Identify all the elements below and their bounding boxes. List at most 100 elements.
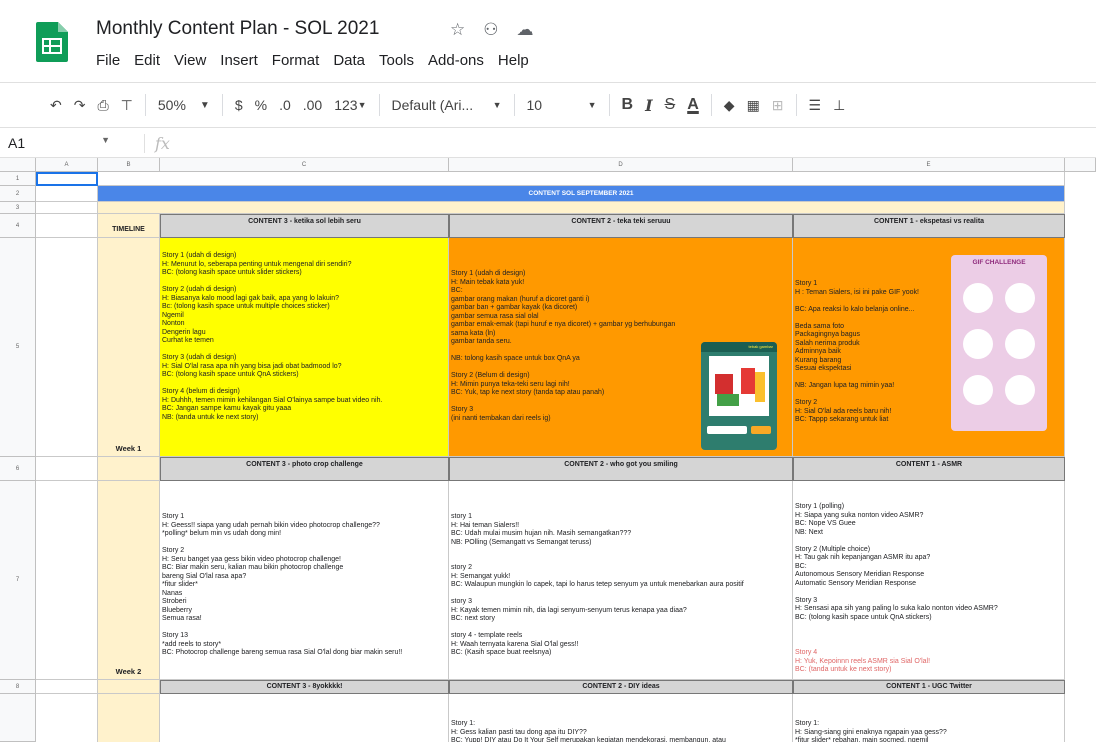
week3-content3-header[interactable]: CONTENT 3 - 8yokkkk! [160, 680, 449, 694]
more-formats-label: 123 [334, 97, 358, 113]
week-2-cell[interactable]: Week 2 [98, 481, 160, 680]
column-header-b[interactable]: B [98, 158, 160, 172]
cell-a5[interactable] [36, 238, 98, 457]
cell-a9[interactable] [36, 694, 98, 742]
column-header-c[interactable]: C [160, 158, 449, 172]
borders-icon[interactable]: ▦ [741, 90, 766, 120]
text-color-button[interactable]: A [681, 90, 705, 120]
week1-content3-text: Story 1 (udah di design) H: Menurut lo, … [162, 252, 383, 421]
week3-content1-cell[interactable]: Story 1: H: Siang-siang gini enaknya nga… [793, 694, 1065, 742]
more-formats-button[interactable]: 123 ▼ [328, 90, 372, 120]
menu-addons[interactable]: Add-ons [422, 52, 490, 69]
row-header-6[interactable]: 6 [0, 457, 36, 481]
column-header-d[interactable]: D [449, 158, 793, 172]
column-header-a[interactable]: A [36, 158, 98, 172]
currency-button[interactable]: $ [229, 90, 249, 120]
font-select[interactable]: Default (Ari... ▼ [386, 90, 508, 120]
row-header-4[interactable]: 4 [0, 214, 36, 238]
week1-content1-cell[interactable]: Story 1 H : Teman Sialers, isi ini pake … [793, 238, 1065, 457]
zoom-value: 50% [157, 97, 186, 113]
row-1-cells[interactable] [98, 172, 1065, 186]
week3-content2-cell[interactable]: Story 1: H: Gess kalian pasti tau dong a… [449, 694, 793, 742]
week3-content3-cell[interactable] [160, 694, 449, 742]
week2-content2-header[interactable]: CONTENT 2 - who got you smiling [449, 457, 793, 481]
week2-content2-cell[interactable]: story 1 H: Hai teman Sialers!! BC: Udah … [449, 481, 793, 680]
cell-b9[interactable] [98, 694, 160, 742]
row-3-cells[interactable] [98, 202, 1065, 214]
column-header-f[interactable] [1065, 158, 1096, 172]
week2-content1-red-text: Story 4 H: Yuk, Kepoinnn reels ASMR sia … [795, 649, 931, 673]
cell-a2[interactable] [36, 186, 98, 202]
formula-input[interactable] [170, 129, 1096, 157]
menu-edit[interactable]: Edit [128, 52, 166, 69]
week1-content3-cell[interactable]: Story 1 (udah di design) H: Menurut lo, … [160, 238, 449, 457]
column-header-e[interactable]: E [793, 158, 1065, 172]
week-1-cell[interactable]: Week 1 [98, 238, 160, 457]
increase-decimal-button[interactable]: .00 [297, 90, 328, 120]
row-header-3[interactable]: 3 [0, 202, 36, 214]
name-box[interactable]: A1 ▼ [0, 135, 120, 151]
star-icon[interactable]: ☆ [450, 20, 465, 40]
week3-content2-header[interactable]: CONTENT 2 - DIY ideas [449, 680, 793, 694]
banner-cell[interactable]: CONTENT SOL SEPTEMBER 2021 [98, 186, 1065, 202]
week1-content1-header[interactable]: CONTENT 1 - ekspetasi vs realita [793, 214, 1065, 238]
decrease-decimal-button[interactable]: .0 [273, 90, 297, 120]
menu-format[interactable]: Format [266, 52, 326, 69]
cell-a4[interactable] [36, 214, 98, 238]
row-header-2[interactable]: 2 [0, 186, 36, 202]
menu-insert[interactable]: Insert [214, 52, 264, 69]
week1-content3-header[interactable]: CONTENT 3 - ketika sol lebih seru [160, 214, 449, 238]
cell-a6[interactable] [36, 457, 98, 481]
week1-content2-cell[interactable]: Story 1 (udah di design) H: Main tebak k… [449, 238, 793, 457]
menu-data[interactable]: Data [327, 52, 371, 69]
row-header-1[interactable]: 1 [0, 172, 36, 186]
paint-format-icon[interactable]: ⊤ [115, 90, 139, 120]
week2-content1-header[interactable]: CONTENT 1 - ASMR [793, 457, 1065, 481]
vertical-align-icon[interactable]: ⊥ [827, 90, 851, 120]
strikethrough-button[interactable]: S [659, 90, 682, 120]
menu-tools[interactable]: Tools [373, 52, 420, 69]
menu-file[interactable]: File [96, 52, 126, 69]
zoom-select[interactable]: 50% ▼ [152, 90, 216, 120]
undo-icon[interactable]: ↶ [44, 90, 68, 120]
document-title[interactable]: Monthly Content Plan - SOL 2021 [96, 18, 379, 40]
merge-cells-icon[interactable]: ⊞ [766, 90, 790, 120]
thumb-d-label: tebak gambar [701, 342, 777, 352]
week2-content1-text: Story 1 (polling) H: Siapa yang suka non… [795, 503, 998, 621]
week1-content2-header[interactable]: CONTENT 2 - teka teki seruuu [449, 214, 793, 238]
timeline-header[interactable]: TIMELINE [98, 214, 160, 238]
percent-button[interactable]: % [249, 90, 273, 120]
week1-content2-text: Story 1 (udah di design) H: Main tebak k… [451, 270, 676, 422]
cell-a1-selected[interactable] [36, 172, 98, 186]
row-header-5[interactable]: 5 [0, 238, 36, 457]
italic-button[interactable]: I [639, 90, 658, 120]
cell-a8[interactable] [36, 680, 98, 694]
row-header-7[interactable]: 7 [0, 481, 36, 680]
week2-content1-cell[interactable]: Story 1 (polling) H: Siapa yang suka non… [793, 481, 1065, 680]
chevron-down-icon: ▼ [199, 99, 210, 111]
select-all-corner[interactable] [0, 158, 36, 172]
menu-help[interactable]: Help [492, 52, 535, 69]
redo-icon[interactable]: ↷ [68, 90, 92, 120]
align-left-icon[interactable]: ☰ [803, 90, 828, 120]
cell-a3[interactable] [36, 202, 98, 214]
week2-content3-header[interactable]: CONTENT 3 - photo crop challenge [160, 457, 449, 481]
move-to-drive-icon[interactable]: ⚇ [483, 20, 498, 40]
row-header-9[interactable] [0, 694, 36, 742]
cloud-status-icon[interactable]: ☁ [517, 20, 534, 40]
tebak-gambar-image: tebak gambar [701, 342, 777, 450]
menu-view[interactable]: View [168, 52, 212, 69]
row-header-8[interactable]: 8 [0, 680, 36, 694]
cell-b8[interactable] [98, 680, 160, 694]
cell-b6[interactable] [98, 457, 160, 481]
week3-content1-header[interactable]: CONTENT 1 - UGC Twitter [793, 680, 1065, 694]
bold-button[interactable]: B [616, 90, 640, 120]
fx-icon: fx [144, 133, 170, 153]
font-size-select[interactable]: 10 ▼ [521, 90, 603, 120]
week2-content3-cell[interactable]: Story 1 H: Geess!! siapa yang udah perna… [160, 481, 449, 680]
cell-a7[interactable] [36, 481, 98, 680]
fill-color-icon[interactable]: ◆ [718, 90, 741, 120]
sheets-logo-icon[interactable] [36, 22, 68, 62]
toolbar: ↶ ↷ ⎙ ⊤ 50% ▼ $ % .0 .00 123 ▼ Default (Ar… [0, 82, 1096, 128]
print-icon[interactable]: ⎙ [91, 90, 114, 120]
